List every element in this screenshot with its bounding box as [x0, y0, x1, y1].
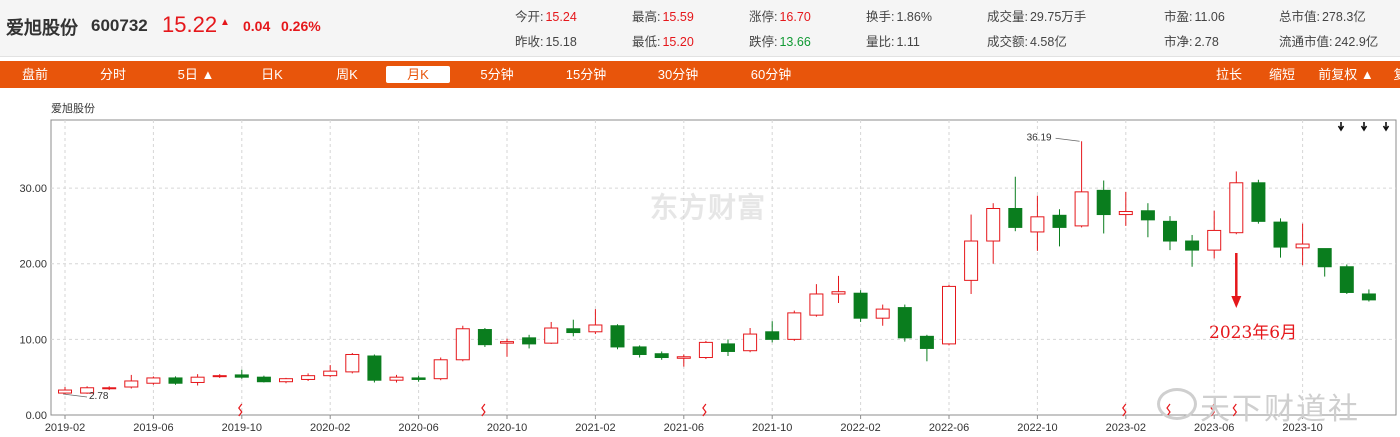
candle-body — [389, 376, 404, 381]
max-label-pointer — [1055, 137, 1080, 142]
candle-body — [345, 353, 360, 373]
candle-body — [1008, 208, 1023, 228]
candle-body — [433, 359, 448, 380]
candle-body — [1118, 211, 1133, 216]
annotation-arrow-head — [1231, 296, 1242, 308]
x-tick-label: 2021-02 — [575, 422, 615, 434]
candle-body — [256, 376, 271, 383]
candle-body — [875, 308, 890, 319]
candle-body — [477, 329, 492, 346]
x-tick-label: 2021-06 — [664, 422, 704, 434]
min-label: 2.78 — [89, 391, 109, 402]
x-tick-label: 2021-10 — [752, 422, 792, 434]
candle-body — [500, 341, 514, 344]
x-tick-label: 2020-10 — [487, 422, 527, 434]
down-marker-icon — [1382, 122, 1390, 132]
candle-body — [1317, 248, 1332, 268]
candle-body — [1096, 189, 1111, 216]
candle-body — [323, 370, 338, 377]
candle-body — [1295, 243, 1310, 249]
candle-body — [190, 376, 205, 383]
candle-body — [1361, 293, 1376, 301]
candle-body — [654, 353, 669, 359]
candle-body — [168, 377, 183, 384]
down-marker-icon — [1337, 122, 1345, 132]
candle-body — [411, 377, 426, 380]
candle-body — [986, 208, 1001, 242]
candle-body — [787, 312, 802, 340]
candle-body — [632, 346, 647, 355]
y-tick-label: 0.00 — [26, 410, 47, 422]
x-tick-label: 2023-02 — [1106, 422, 1146, 434]
candle-body — [964, 240, 979, 281]
x-tick-label: 2019-06 — [133, 422, 173, 434]
x-tick-label: 2020-02 — [310, 422, 350, 434]
max-label: 36.19 — [1027, 132, 1052, 143]
candle-body — [897, 307, 912, 339]
candle-body — [566, 328, 581, 334]
annotation-label: 2023年6月 — [1209, 323, 1298, 343]
candle-body — [1207, 229, 1222, 251]
candle-body — [942, 285, 956, 345]
candle-body — [234, 374, 249, 378]
candle-body — [544, 327, 559, 344]
weibo-logo-icon — [1157, 388, 1197, 420]
x-tick-label: 2019-10 — [222, 422, 262, 434]
candle-body — [721, 343, 735, 352]
candle-body — [743, 333, 758, 352]
candle-body — [676, 356, 691, 359]
candle-body — [455, 328, 470, 361]
down-marker-icon — [1360, 122, 1368, 132]
x-tick-label: 2022-06 — [929, 422, 969, 434]
y-tick-label: 20.00 — [19, 259, 47, 271]
candle-body — [212, 375, 227, 378]
weibo-watermark: 天下财道社 — [1200, 393, 1360, 426]
candle-body — [301, 375, 316, 380]
candle-body — [1140, 210, 1155, 221]
candle-body — [522, 337, 537, 345]
candle-body — [1185, 240, 1200, 251]
candle-body — [367, 355, 382, 381]
candle-body — [279, 378, 293, 383]
candle-body — [588, 324, 603, 333]
candle-body — [610, 325, 625, 348]
event-marker-icon — [481, 403, 486, 417]
candle-body — [853, 292, 868, 319]
candle-body — [1273, 221, 1288, 248]
x-tick-label: 2022-02 — [840, 422, 880, 434]
candle-body — [124, 380, 139, 388]
candle-body — [102, 387, 117, 390]
y-tick-label: 10.00 — [19, 334, 47, 346]
candle-body — [1339, 266, 1354, 293]
x-tick-label: 2022-10 — [1017, 422, 1057, 434]
candle-body — [698, 341, 713, 359]
candle-body — [1030, 216, 1045, 233]
candle-body — [146, 377, 161, 384]
candle-body — [1052, 214, 1067, 228]
candle-body — [1251, 182, 1266, 222]
candle-body — [1229, 182, 1244, 234]
x-tick-label: 2020-06 — [398, 422, 438, 434]
candle-body — [831, 291, 846, 295]
y-tick-label: 30.00 — [19, 183, 47, 195]
candle-body — [765, 331, 780, 340]
candlestick-chart: 0.00 10.00 20.00 30.00 2019-02 2019-06 2019-10… — [19, 119, 1397, 434]
min-label-pointer — [62, 393, 88, 398]
candle-body — [1074, 191, 1089, 227]
x-tick-label: 2019-02 — [45, 422, 85, 434]
plot-frame — [50, 119, 1397, 416]
candle-body — [809, 293, 824, 316]
event-marker-icon — [702, 403, 707, 417]
candle-body — [58, 389, 72, 394]
candle-body — [919, 335, 934, 349]
candle-body — [1163, 220, 1177, 242]
